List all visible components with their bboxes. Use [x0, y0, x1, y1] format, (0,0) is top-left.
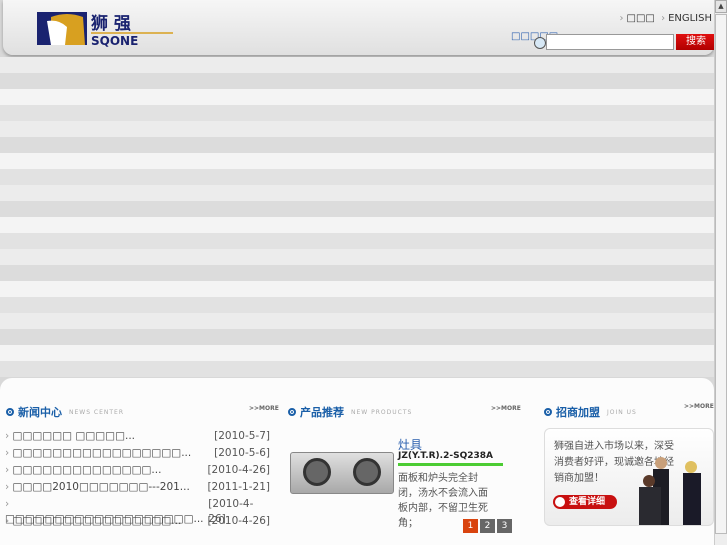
- news-list: □□□□□□ □□□□□... [2010-5-7] □□□□□□□□□□□□□□…: [5, 429, 270, 531]
- pager-1[interactable]: 1: [463, 519, 478, 533]
- news-item[interactable]: □□□□□□□□□□□□□□□□... [2010-4-26]: [5, 514, 270, 531]
- products-more-link[interactable]: >>MORE: [491, 405, 521, 412]
- products-subheading: NEW PRODUCTS: [351, 408, 413, 416]
- news-item-date: [2010-4-26]: [207, 464, 270, 476]
- news-title: 新闻中心 NEWS CENTER: [6, 404, 124, 420]
- product-description: 面板和炉头完全封闭，汤水不会流入面板内部，不留卫生死角；: [398, 473, 488, 529]
- bullet-icon: [544, 408, 552, 416]
- lang-chinese-link[interactable]: □□□: [627, 13, 655, 24]
- news-item[interactable]: □□□□□□□□□□□□□□□□□... [2010-5-6]: [5, 446, 270, 463]
- product-model[interactable]: JZ(Y.T.R).2-SQ238A: [398, 451, 493, 461]
- news-subheading: NEWS CENTER: [69, 408, 125, 416]
- join-box: 狮强自进入市场以来，深受消费者好评，现诚邀各地经销商加盟！ 查看详细: [544, 428, 714, 526]
- business-people-image: [639, 457, 701, 525]
- news-item-date: [2010-5-6]: [214, 447, 270, 459]
- bullet-icon: [288, 408, 296, 416]
- search-input[interactable]: [546, 34, 674, 50]
- join-title: 招商加盟 JOIN US: [544, 404, 637, 420]
- news-item[interactable]: □□□□2010□□□□□□□---201... [2011-1-21]: [5, 480, 270, 497]
- bullet-icon: [6, 408, 14, 416]
- news-item[interactable]: □□□□□□□□□□□□□□□□□□□...[2010-4-26]: [5, 497, 270, 525]
- news-item[interactable]: □□□□□□□□□□□□□□... [2010-4-26]: [5, 463, 270, 480]
- scroll-up-arrow-icon[interactable]: ▲: [715, 0, 727, 13]
- news-item-title[interactable]: □□□□□□□□□□□□□□...: [5, 463, 162, 480]
- search-label: □□□□□: [511, 31, 559, 42]
- logo[interactable]: 狮 强 SQONE: [37, 9, 175, 47]
- news-item-title[interactable]: □□□□□□□□□□□□□□□□□...: [5, 446, 192, 463]
- banner: [0, 57, 714, 377]
- products-title: 产品推荐 NEW PRODUCTS: [288, 404, 412, 420]
- news-item[interactable]: □□□□□□ □□□□□... [2010-5-7]: [5, 429, 270, 446]
- burner-icon: [303, 458, 331, 486]
- header: 狮 强 SQONE › □□□ › ENGLISH □□□□□ 搜索: [3, 0, 716, 55]
- news-item-date: [2010-5-7]: [214, 430, 270, 442]
- news-item-title[interactable]: □□□□2010□□□□□□□---201...: [5, 480, 190, 497]
- news-more-link[interactable]: >>MORE: [249, 405, 279, 412]
- pager-2[interactable]: 2: [480, 519, 495, 533]
- burner-icon: [353, 458, 381, 486]
- news-item-title[interactable]: □□□□□□□□□□□□□□□□□□□...: [5, 497, 208, 525]
- join-heading: 招商加盟: [556, 406, 600, 419]
- pager-3[interactable]: 3: [497, 519, 512, 533]
- search-icon: [534, 37, 546, 49]
- svg-text:狮 强: 狮 强: [90, 13, 131, 34]
- svg-text:SQONE: SQONE: [91, 34, 138, 47]
- scroll-thumb[interactable]: [715, 14, 727, 534]
- news-item-title[interactable]: □□□□□□ □□□□□...: [5, 429, 135, 446]
- join-details-button[interactable]: 查看详细: [553, 495, 617, 509]
- lang-english-link[interactable]: ENGLISH: [668, 13, 712, 24]
- news-item-date: [2011-1-21]: [207, 481, 270, 493]
- news-heading: 新闻中心: [18, 406, 62, 419]
- products-heading: 产品推荐: [300, 406, 344, 419]
- page: 狮 强 SQONE › □□□ › ENGLISH □□□□□ 搜索 新闻中心 NE…: [0, 0, 716, 545]
- join-more-link[interactable]: >>MORE: [684, 403, 714, 410]
- join-subheading: JOIN US: [607, 408, 637, 416]
- product-divider: [398, 463, 503, 466]
- language-switch: › □□□ › ENGLISH: [619, 13, 712, 24]
- news-item-date: [2010-4-26]: [208, 498, 254, 525]
- news-item-title[interactable]: □□□□□□□□□□□□□□□□...: [5, 514, 182, 531]
- product-image[interactable]: [290, 452, 394, 494]
- news-item-date: [2010-4-26]: [207, 515, 270, 527]
- search-button[interactable]: 搜索: [676, 34, 716, 50]
- vertical-scrollbar[interactable]: ▲: [714, 0, 727, 545]
